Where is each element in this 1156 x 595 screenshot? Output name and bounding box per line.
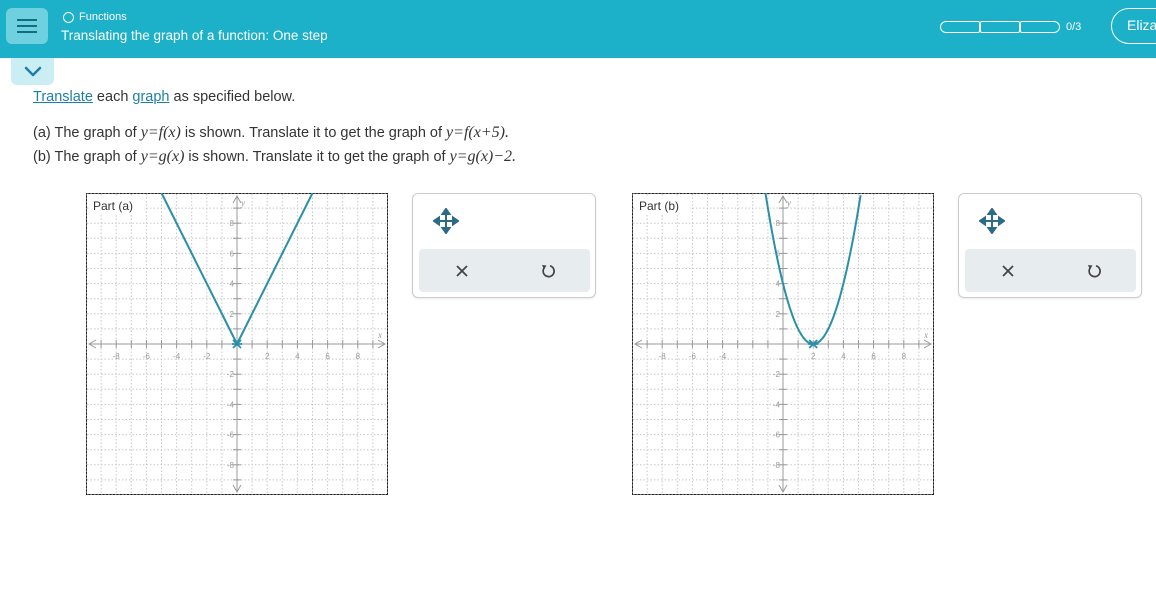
graph-link[interactable]: graph [132,89,169,105]
top-bar: Functions Translating the graph of a fun… [0,0,1156,58]
function-expression: y=g(x) [140,148,185,165]
target-expression: y=g(x)−2. [449,148,517,165]
topic-label: Functions [79,11,127,23]
action-bar [965,249,1136,292]
function-expression: y=f(x) [140,124,181,141]
x-axis-label: x [377,330,382,340]
chevron-down-icon [24,66,41,76]
x-tick-label: -8 [113,352,121,361]
y-axis-label: y [240,198,245,208]
progress-bar [940,21,1060,33]
x-tick-label: -4 [173,352,181,361]
tool-panel-a [412,193,596,298]
menu-button[interactable] [6,8,48,44]
x-tick-label: -4 [719,352,727,361]
problem-b: (b) The graph of y=g(x) is shown. Transl… [33,148,516,166]
menu-icon-line [17,19,37,21]
y-tick-label: -6 [227,431,235,440]
problem-text: is shown. Translate it to get the graph … [180,125,447,141]
instructions-text: each [92,89,133,105]
y-tick-label: 8 [230,219,235,228]
x-tick-label: 2 [811,352,816,361]
x-axis-label: x [923,330,928,340]
problem-text: (a) The graph of [33,125,141,141]
x-tick-label: 4 [841,352,846,361]
page-title: Translating the graph of a function: One… [61,28,328,43]
x-tick-label: -6 [689,352,697,361]
graph-part-a[interactable]: -8 -6 -4 -2 2 4 6 8 8 6 4 2 -2 -4 -6 -8 x y Part (a) [86,193,388,495]
move-icon[interactable] [433,208,459,234]
menu-icon-line [17,31,37,33]
action-bar [419,249,590,292]
y-tick-label: 8 [776,219,781,228]
y-tick-label: -8 [227,461,235,470]
x-tick-label: 8 [356,352,361,361]
y-tick-label: -4 [227,400,235,409]
problem-text: (b) The graph of [33,149,141,165]
collapse-button[interactable] [11,58,54,85]
user-button[interactable]: Eliza [1111,8,1156,44]
progress-segment [1020,21,1060,33]
y-tick-label: 2 [776,310,781,319]
close-icon[interactable] [1001,264,1015,278]
x-tick-label: -6 [143,352,151,361]
x-tick-label: -8 [659,352,667,361]
problem-text: is shown. Translate it to get the graph … [184,149,450,165]
problem-a: (a) The graph of y=f(x) is shown. Transl… [33,124,509,142]
x-tick-label: 6 [871,352,876,361]
y-tick-label: -6 [773,431,781,440]
x-tick-label: 6 [325,352,330,361]
y-axis-label: y [786,198,791,208]
x-tick-label: -2 [203,352,211,361]
circle-icon [63,11,74,23]
y-tick-label: 4 [230,280,235,289]
move-icon[interactable] [979,208,1005,234]
graph-label: Part (b) [639,199,679,213]
y-tick-label: 4 [776,280,781,289]
instructions: Translate each graph as specified below. [33,89,295,105]
tool-panel-b [958,193,1142,298]
x-tick-label: 4 [295,352,300,361]
graph-label: Part (a) [93,199,133,213]
target-expression: y=f(x+5). [446,124,509,141]
close-icon[interactable] [455,264,469,278]
translate-link[interactable]: Translate [33,89,93,105]
x-tick-label: 2 [265,352,270,361]
x-tick-label: 8 [902,352,907,361]
y-tick-label: -2 [227,370,235,379]
topic-row: Functions [63,11,127,23]
y-tick-label: 6 [230,249,235,258]
y-tick-label: -4 [773,400,781,409]
y-tick-label: 2 [230,310,235,319]
instructions-text: as specified below. [169,89,296,105]
progress-segment [940,21,980,33]
graph-part-b[interactable]: -8 -6 -4 2 4 6 88642-2-4-6-8xy Part (b) [632,193,934,495]
undo-icon[interactable] [1086,263,1102,279]
menu-icon-line [17,25,37,27]
progress-segment [980,21,1020,33]
y-tick-label: -2 [773,370,781,379]
y-tick-label: -8 [773,461,781,470]
progress-count: 0/3 [1066,21,1082,33]
undo-icon[interactable] [540,263,556,279]
